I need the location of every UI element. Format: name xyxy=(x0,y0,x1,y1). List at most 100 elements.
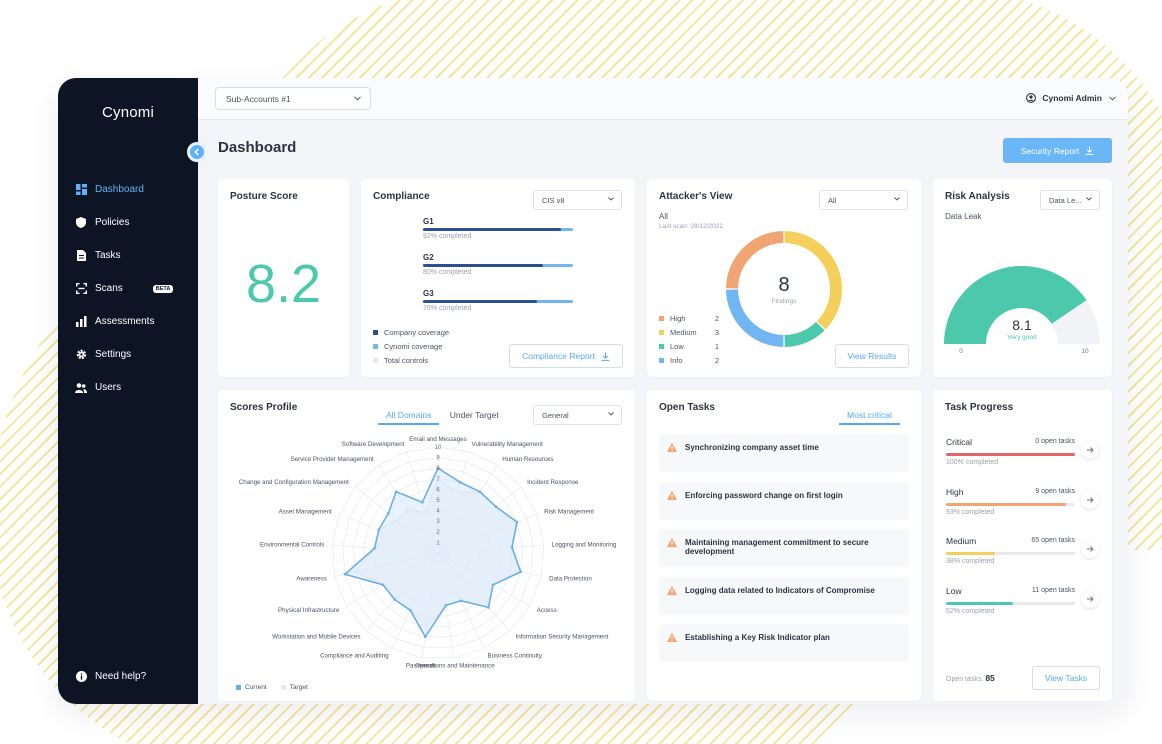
open-priority-button[interactable] xyxy=(1081,589,1099,608)
open-task-count: 0 open tasks xyxy=(1035,438,1075,445)
compliance-report-button[interactable]: Compliance Report xyxy=(509,344,623,368)
findings-total: 8 xyxy=(778,274,789,296)
grid-icon xyxy=(75,184,87,196)
collapse-sidebar-button[interactable] xyxy=(187,142,207,162)
view-results-button[interactable]: View Results xyxy=(835,344,909,368)
arrow-right-icon xyxy=(1087,546,1094,552)
user-name: Cynomi Admin xyxy=(1042,93,1102,103)
beta-badge: BETA xyxy=(152,284,174,293)
attacker-scope-select[interactable]: All xyxy=(819,190,908,210)
warning-icon xyxy=(667,585,677,595)
severity-count: 3 xyxy=(714,327,719,337)
arrow-right-icon xyxy=(1087,496,1094,503)
legend-item: Cynomi coverage xyxy=(373,339,449,353)
severity-swatch xyxy=(659,329,664,335)
sidebar-item-assessments[interactable]: Assessments xyxy=(58,305,198,338)
security-report-label: Security Report xyxy=(1020,145,1080,156)
warning-icon xyxy=(667,490,677,500)
open-task-item[interactable]: Maintaining management commitment to sec… xyxy=(659,529,909,567)
compliance-group-row: G3 76% completed xyxy=(423,289,573,312)
open-tasks-total: Open tasks: 85 xyxy=(946,673,995,683)
radar-point xyxy=(487,606,490,609)
open-task-item[interactable]: Enforcing password change on first login xyxy=(659,481,909,520)
open-task-title: Enforcing password change on first login xyxy=(685,490,843,500)
compliance-group-row: G1 92% completed xyxy=(423,217,573,240)
scores-profile-select[interactable]: General xyxy=(533,405,622,425)
progress-track xyxy=(946,552,1075,555)
posture-score-value: 8.2 xyxy=(245,254,322,314)
card-title: Task Progress xyxy=(945,402,1014,413)
radar-point xyxy=(381,583,385,587)
open-task-item[interactable]: Synchronizing company asset time xyxy=(659,434,909,472)
open-task-item[interactable]: Establishing a Key Risk Indicator plan xyxy=(659,624,909,662)
compliance-framework-select[interactable]: CIS v8 xyxy=(533,190,622,210)
open-priority-button[interactable] xyxy=(1081,490,1099,509)
logo: Cynomi xyxy=(101,104,155,121)
severity-legend: High 2 Medium 3 Low 1 Info 2 xyxy=(659,311,719,367)
view-tasks-label: View Tasks xyxy=(1044,673,1088,683)
chevron-down-icon xyxy=(608,412,614,416)
scan-icon xyxy=(75,283,87,295)
radar-point xyxy=(491,583,495,587)
attacker-scope-label: All xyxy=(659,212,668,221)
progress-fill xyxy=(946,453,1075,456)
radar-category-label: Asset Management xyxy=(279,508,333,515)
card-title: Open Tasks xyxy=(659,402,715,413)
open-priority-button[interactable] xyxy=(1081,441,1099,459)
legend-swatch xyxy=(373,343,378,349)
radar-category-label: Data Protection xyxy=(549,575,592,582)
sidebar-item-scans[interactable]: Scans BETA xyxy=(58,272,198,305)
help-link[interactable]: Need help? xyxy=(75,670,146,682)
tab-all-domains[interactable]: All Domains xyxy=(378,410,440,425)
view-results-label: View Results xyxy=(847,351,897,361)
severity-row-high: High 2 xyxy=(659,311,719,325)
donut-segment-low xyxy=(784,321,825,347)
progress-fill xyxy=(946,601,1014,605)
user-menu[interactable]: Cynomi Admin xyxy=(1026,93,1116,103)
tab-under-target[interactable]: Under Target xyxy=(442,410,507,423)
task-progress-head: Critical 0 open tasks xyxy=(946,437,1101,447)
select-value: General xyxy=(542,411,569,420)
group-label: G1 xyxy=(423,217,434,226)
open-priority-button[interactable] xyxy=(1081,540,1099,558)
shield-icon xyxy=(75,217,87,229)
tab-most-critical[interactable]: Most critical xyxy=(839,410,900,425)
sidebar-item-tasks[interactable]: Tasks xyxy=(58,239,198,272)
open-task-title: Logging data related to Indicators of Co… xyxy=(685,585,875,595)
radar-point xyxy=(386,512,390,515)
open-tasks-count: 85 xyxy=(985,673,995,683)
task-progress-row-high: High 9 open tasks 93% completed xyxy=(946,487,1101,516)
chevron-down-icon xyxy=(608,197,614,201)
view-tasks-button[interactable]: View Tasks xyxy=(1032,666,1100,690)
radar-category-label: Environmental Controls xyxy=(260,541,324,548)
severity-row-info: Info 2 xyxy=(659,353,719,367)
task-progress-row-medium: Medium 65 open tasks 38% completed xyxy=(946,536,1101,565)
legend-label: Total controls xyxy=(384,355,429,365)
compliance-legend: Company coverage Cynomi coverage Total c… xyxy=(373,325,449,367)
sidebar-item-policies[interactable]: Policies xyxy=(58,206,198,239)
security-report-button[interactable]: Security Report xyxy=(1003,138,1112,163)
radar-category-label: Software Development xyxy=(342,441,405,448)
radar-category-label: Human Resources xyxy=(502,456,553,463)
open-task-item[interactable]: Logging data related to Indicators of Co… xyxy=(659,576,909,615)
sidebar-item-settings[interactable]: Settings xyxy=(58,338,198,371)
task-progress-card: Task Progress Critical 0 open tasks 100% c… xyxy=(933,390,1112,701)
sidebar-item-dashboard[interactable]: Dashboard xyxy=(58,173,198,206)
arrow-right-icon xyxy=(1087,447,1094,453)
radar-point xyxy=(393,598,397,601)
open-task-title: Synchronizing company asset time xyxy=(685,443,819,452)
severity-label: Low xyxy=(670,341,684,351)
card-title: Compliance xyxy=(373,191,430,202)
company-coverage-fill xyxy=(423,228,561,231)
donut-segment-high xyxy=(726,231,784,289)
radar-category-label: Service Provider Management xyxy=(291,456,375,463)
sidebar-item-users[interactable]: Users xyxy=(58,371,198,404)
legend-label: Current xyxy=(245,684,267,691)
radar-category-label: Information Security Management xyxy=(516,634,609,641)
radar-point xyxy=(394,490,398,493)
legend-swatch xyxy=(280,685,286,690)
completion-text: 93% completed xyxy=(946,508,995,516)
legend-swatch xyxy=(373,329,378,335)
subaccount-select[interactable]: Sub-Accounts #1 xyxy=(215,87,371,110)
risk-category-select[interactable]: Data Le... xyxy=(1040,190,1100,210)
